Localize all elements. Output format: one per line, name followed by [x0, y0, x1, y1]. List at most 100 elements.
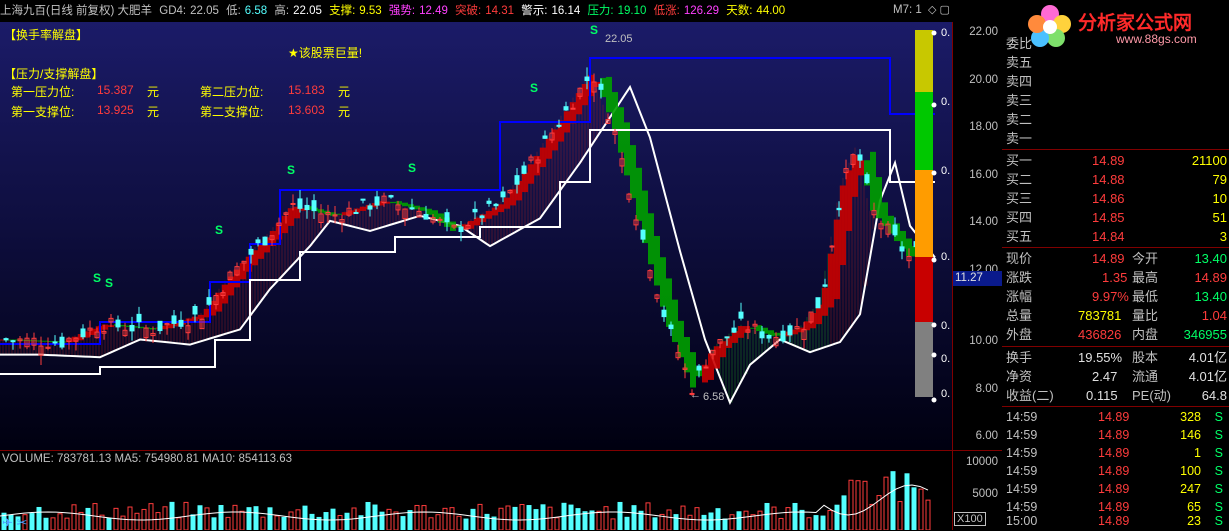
volume-bar	[106, 517, 112, 530]
quote-value: 9.97%	[1092, 289, 1129, 304]
volume-bar	[750, 514, 756, 530]
candle-body	[500, 191, 506, 198]
fund-row: 换手 19.55% 股本 4.01亿	[1006, 348, 1227, 367]
candle-body	[458, 226, 464, 232]
bid-price: 14.89	[1092, 153, 1125, 168]
fund-value: 64.8	[1201, 388, 1227, 403]
candle-body	[59, 336, 65, 348]
volume-bar	[281, 516, 287, 530]
tick-row: 15:00 14.89 23 S	[1006, 512, 1227, 530]
side-segment	[915, 322, 933, 397]
side-dot	[931, 170, 937, 176]
volume-bar	[85, 507, 91, 530]
lowrise-value: 126.29	[683, 5, 720, 17]
window-control-icons[interactable]: ◇ ▢	[928, 3, 950, 16]
band-segment	[240, 263, 246, 280]
tick-price: 14.89	[1098, 428, 1130, 442]
bid-vol: 51	[1212, 210, 1227, 225]
tick-time: 14:59	[1006, 482, 1038, 496]
candle-body	[479, 215, 485, 219]
band-segment	[732, 331, 738, 343]
tick-time: 14:59	[1006, 428, 1038, 442]
tick-time: 15:00	[1006, 514, 1038, 528]
bid-label: 买三	[1006, 191, 1033, 206]
side-label: 0.	[941, 320, 951, 332]
bid-row[interactable]: 买五 14.84 3	[1006, 227, 1227, 246]
ask-row: 卖三	[1006, 91, 1227, 110]
candle-body	[409, 207, 415, 210]
volume-bar	[673, 514, 679, 530]
volume-bar	[372, 504, 378, 530]
volume-bar	[771, 506, 777, 530]
volume-bar	[435, 514, 441, 530]
volume-bar	[645, 502, 651, 530]
volume-bar	[505, 505, 511, 530]
band-segment	[870, 151, 876, 211]
candle-body	[542, 135, 548, 139]
bid-row[interactable]: 买三 14.86 10	[1006, 189, 1227, 208]
tick-vol: 146	[1180, 428, 1201, 442]
fund-label: 换手	[1006, 350, 1033, 365]
candle-body	[311, 200, 317, 212]
s1-value: 13.925	[97, 103, 134, 117]
price-tick: 16.00	[969, 169, 998, 181]
support-value: 9.53	[359, 5, 382, 17]
volume-bar	[680, 505, 686, 530]
vol-tick: 10000	[966, 456, 998, 468]
quote-label: 今开	[1132, 251, 1159, 266]
tick-price: 14.89	[1098, 410, 1130, 424]
bid-label: 买四	[1006, 210, 1033, 225]
volume-bar	[134, 512, 140, 530]
volume-bar	[778, 517, 784, 530]
band-segment	[636, 167, 642, 221]
candle-body	[521, 165, 527, 174]
tick-side: S	[1214, 446, 1223, 460]
divider	[1002, 406, 1229, 407]
fund-value: 0.115	[1086, 388, 1118, 403]
side-label: 0.	[941, 388, 951, 400]
candle-body	[598, 83, 604, 90]
candlestick-chart[interactable]: S SSS SSS	[0, 22, 952, 450]
candle-body	[80, 328, 86, 338]
candle-body	[297, 198, 303, 209]
volume-chart[interactable]	[0, 452, 952, 530]
band-segment	[822, 287, 828, 316]
ask-label: 卖五	[1006, 55, 1033, 70]
volume-bar	[666, 509, 672, 530]
gd4-value: 22.05	[190, 5, 219, 17]
tick-vol: 23	[1187, 514, 1201, 528]
candle-body	[829, 245, 835, 248]
volume-bar	[267, 507, 273, 530]
p2-label: 第二压力位:	[200, 85, 264, 99]
quote-label: 涨幅	[1006, 289, 1033, 304]
bid-label: 买五	[1006, 229, 1033, 244]
candle-body	[374, 196, 380, 206]
candle-body	[864, 174, 870, 184]
price-tick: 14.00	[969, 216, 998, 228]
volume-bar	[841, 495, 847, 530]
candle-body	[3, 338, 9, 341]
band-segment	[426, 208, 432, 215]
tool-icons[interactable]: ✈ ✂	[2, 515, 27, 531]
volume-bar	[365, 501, 371, 530]
volume-bar	[288, 511, 294, 530]
bid-row[interactable]: 买四 14.85 51	[1006, 208, 1227, 227]
band-segment	[828, 253, 834, 308]
band-segment	[546, 138, 552, 159]
candle-body	[248, 248, 254, 255]
bid-label: 买二	[1006, 172, 1033, 187]
candle-body	[493, 203, 499, 207]
volume-bar	[883, 476, 889, 530]
volume-bar	[848, 479, 854, 530]
side-dot	[931, 322, 937, 328]
candle-body	[857, 154, 863, 161]
volume-bar	[687, 514, 693, 530]
tick-side: S	[1214, 514, 1223, 528]
volume-bar	[729, 514, 735, 530]
price-tick: 22.00	[969, 26, 998, 38]
bid-row[interactable]: 买二 14.88 79	[1006, 170, 1227, 189]
bid-row[interactable]: 买一 14.89 21100	[1006, 151, 1227, 170]
volume-bar	[204, 507, 210, 530]
band-segment	[660, 257, 666, 307]
volume-bar	[526, 505, 532, 530]
